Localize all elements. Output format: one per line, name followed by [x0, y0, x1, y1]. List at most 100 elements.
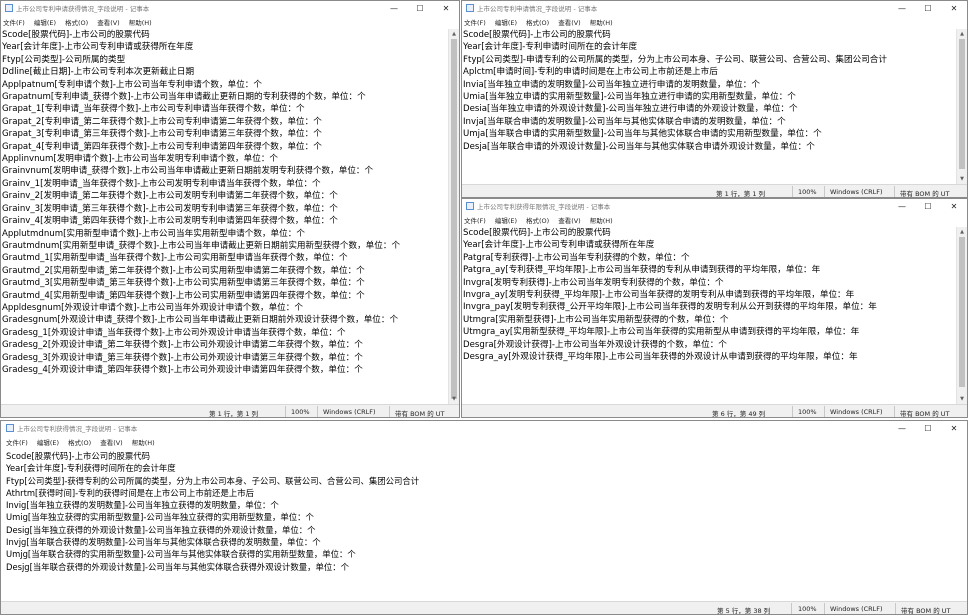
notepad-window-patent-grant-years[interactable]: 上市公司专利获得年限情况_字段说明 - 记事本 — ☐ ✕ 文件(F) 编辑(E… — [461, 198, 968, 418]
minimize-icon[interactable]: — — [889, 421, 915, 435]
menu-file[interactable]: 文件(F) — [3, 17, 25, 27]
maximize-icon[interactable]: ☐ — [915, 199, 941, 213]
text-line: Grapat_2[专利申请_第二年获得个数]-上市公司专利申请第二年获得个数，单… — [2, 116, 322, 127]
window-title: 上市公司专利申请情况_字段说明 - 记事本 — [477, 5, 598, 13]
close-icon[interactable]: ✕ — [941, 421, 967, 435]
text-line: Grautmd_3[实用新型申请_第三年获得个数]-上市公司实用新型申请第三年获… — [2, 278, 365, 289]
text-line: Grainvnum[发明申请_获得个数]-上市公司当年申请截止更新日期前发明专利… — [2, 166, 374, 177]
maximize-icon[interactable]: ☐ — [915, 421, 941, 435]
title-bar[interactable]: 上市公司专利获得年限情况_字段说明 - 记事本 — ☐ ✕ — [462, 199, 967, 213]
line-ending: Windows (CRLF) — [830, 188, 883, 196]
text-line: Gradesgnum[外观设计申请_获得个数]-上市公司当年申请截止更新日期前外… — [2, 315, 399, 326]
scroll-thumb[interactable] — [451, 39, 457, 399]
text-editor[interactable]: Scode[股票代码]-上市公司的股票代码 Year[会计年度]-上市公司专利申请… — [462, 227, 956, 404]
text-line: Year[会计年度]-上市公司专利申请或获得所在年度 — [463, 240, 655, 251]
scroll-up-icon[interactable]: ▲ — [957, 29, 967, 39]
text-editor[interactable]: Scode[股票代码]-上市公司的股票代码 Year[会计年度]-上市公司专利申请… — [1, 29, 448, 404]
close-icon[interactable]: ✕ — [941, 199, 967, 213]
title-bar[interactable]: 上市公司专利申请情况_字段说明 - 记事本 — ☐ ✕ — [462, 1, 967, 15]
menu-format[interactable]: 格式(O) — [526, 215, 549, 225]
maximize-icon[interactable]: ☐ — [407, 1, 433, 15]
minimize-icon[interactable]: — — [381, 1, 407, 15]
notepad-window-patent-grant[interactable]: 上市公司专利获得情况_字段说明 - 记事本 — ☐ ✕ 文件(F) 编辑(E) … — [0, 420, 968, 615]
text-line: Grapat_4[专利申请_第四年获得个数]-上市公司专利申请第四年获得个数，单… — [2, 141, 322, 152]
scroll-down-icon[interactable]: ▼ — [957, 174, 967, 184]
zoom-level: 100% — [798, 188, 817, 196]
cursor-position: 第 1 行，第 1 列 — [716, 190, 766, 198]
text-line: Year[会计年度]-专利申请时间所在的会计年度 — [463, 42, 638, 53]
menu-format[interactable]: 格式(O) — [68, 437, 91, 447]
title-bar[interactable]: 上市公司专利获得情况_字段说明 - 记事本 — ☐ ✕ — [1, 421, 967, 435]
vertical-scrollbar[interactable]: ▲ ▼ — [956, 29, 967, 184]
vertical-scrollbar[interactable]: ▲ ▼ — [448, 29, 459, 404]
text-line: Invja[当年联合申请的发明数量]-公司当年与其他实体联合申请的发明数量，单位… — [463, 116, 786, 127]
scroll-up-icon[interactable]: ▲ — [449, 29, 459, 39]
text-line: Patgra[专利获得]-上市公司当年专利获得的个数，单位：个 — [463, 252, 690, 263]
menu-edit[interactable]: 编辑(E) — [495, 215, 517, 225]
text-line: Desia[当年独立申请的外观设计数量]-公司当年独立进行申请的外观设计数量，单… — [463, 104, 798, 115]
text-line: Desjg[当年联合获得的外观设计数量]-公司当年与其他实体联合获得外观设计数量… — [6, 561, 350, 572]
window-title: 上市公司专利申请获得情况_字段说明 - 记事本 — [16, 5, 150, 13]
text-line: Gradesg_3[外观设计申请_第三年获得个数]-上市公司外观设计申请第三年获… — [2, 352, 363, 363]
menu-help[interactable]: 帮助(H) — [590, 17, 613, 27]
text-line: Utmgra[实用新型获得]-上市公司当年实用新型获得的个数，单位：个 — [463, 314, 729, 325]
maximize-icon[interactable]: ☐ — [915, 1, 941, 15]
scroll-thumb[interactable] — [959, 237, 965, 387]
text-line: Grautmd_1[实用新型申请_当年获得个数]-上市公司实用新型申请当年获得个… — [2, 253, 348, 264]
minimize-icon[interactable]: — — [889, 1, 915, 15]
notepad-icon — [466, 4, 474, 12]
menu-help[interactable]: 帮助(H) — [132, 437, 155, 447]
notepad-window-patent-application-grant[interactable]: 上市公司专利申请获得情况_字段说明 - 记事本 — ☐ ✕ 文件(F) 编辑(E… — [0, 0, 460, 418]
menu-view[interactable]: 查看(V) — [558, 215, 581, 225]
title-bar[interactable]: 上市公司专利申请获得情况_字段说明 - 记事本 — ☐ ✕ — [1, 1, 459, 15]
text-line: Desgra_ay[外观设计获得_平均年限]-上市公司当年获得的外观设计从申请到… — [463, 352, 858, 363]
menu-help[interactable]: 帮助(H) — [590, 215, 613, 225]
line-ending: Windows (CRLF) — [830, 408, 883, 416]
scroll-up-icon[interactable]: ▲ — [957, 227, 967, 237]
menu-format[interactable]: 格式(O) — [526, 17, 549, 27]
close-icon[interactable]: ✕ — [433, 1, 459, 15]
scroll-down-icon[interactable]: ▼ — [957, 394, 967, 404]
window-title: 上市公司专利获得情况_字段说明 - 记事本 — [17, 425, 138, 433]
zoom-level: 100% — [798, 408, 817, 416]
notepad-window-patent-application[interactable]: 上市公司专利申请情况_字段说明 - 记事本 — ☐ ✕ 文件(F) 编辑(E) … — [461, 0, 968, 198]
menu-file[interactable]: 文件(F) — [464, 17, 486, 27]
text-line: Grapat_1[专利申请_当年获得个数]-上市公司专利申请当年获得个数，单位：… — [2, 104, 305, 115]
text-line: Grautmd_2[实用新型申请_第二年获得个数]-上市公司实用新型申请第二年获… — [2, 265, 365, 276]
menu-view[interactable]: 查看(V) — [97, 17, 120, 27]
menu-edit[interactable]: 编辑(E) — [37, 437, 59, 447]
text-line: Appldesgnum[外观设计申请个数]-上市公司当年外观设计申请个数，单位：… — [2, 302, 303, 313]
text-line: Scode[股票代码]-上市公司的股票代码 — [463, 30, 611, 40]
scroll-thumb[interactable] — [959, 39, 965, 169]
text-line: Invgra_pay[发明专利获得_公开平均年限]-上市公司当年获得的发明专利从… — [463, 302, 877, 313]
text-line: Invgra[发明专利获得]-上市公司当年发明专利获得的个数，单位：个 — [463, 277, 724, 288]
text-line: Athrtm[获得时间]-专利的获得时间是在上市公司上市前还是上市后 — [6, 487, 254, 498]
menu-view[interactable]: 查看(V) — [558, 17, 581, 27]
menu-edit[interactable]: 编辑(E) — [495, 17, 517, 27]
menu-help[interactable]: 帮助(H) — [129, 17, 152, 27]
notepad-icon — [5, 4, 13, 12]
text-editor[interactable]: Scode[股票代码]-上市公司的股票代码 Year[会计年度]-专利申请时间所在… — [462, 29, 956, 184]
scroll-down-icon[interactable]: ▼ — [449, 394, 459, 404]
minimize-icon[interactable]: — — [889, 199, 915, 213]
text-line: Ftyp[公司类型]-申请专利的公司所属的类型，分为上市公司本身、子公司、联营公… — [463, 54, 887, 65]
text-editor[interactable]: Scode[股票代码]-上市公司的股票代码 Year[会计年度]-专利获得时间所在… — [5, 450, 956, 601]
menu-bar: 文件(F) 编辑(E) 格式(O) 查看(V) 帮助(H) — [462, 213, 967, 226]
menu-view[interactable]: 查看(V) — [100, 437, 123, 447]
text-line: Patgra_ay[专利获得_平均年限]-上市公司当年获得的专利从申请到获得的平… — [463, 265, 821, 276]
text-line: Invgra_ay[发明专利获得_平均年限]-上市公司当年获得的发明专利从申请到… — [463, 290, 855, 301]
close-icon[interactable]: ✕ — [941, 1, 967, 15]
window-title: 上市公司专利获得年限情况_字段说明 - 记事本 — [477, 203, 611, 211]
text-line: Desgra[外观设计获得]-上市公司当年外观设计获得的个数，单位：个 — [463, 339, 727, 350]
text-line: Grainv_2[发明申请_第二年获得个数]-上市公司发明专利申请第二年获得个数… — [2, 191, 338, 202]
vertical-scrollbar[interactable]: ▲ ▼ — [956, 227, 967, 404]
text-line: Utmgra_ay[实用新型获得_平均年限]-上市公司当年获得的实用新型从申请到… — [463, 327, 860, 338]
menu-format[interactable]: 格式(O) — [65, 17, 88, 27]
menu-edit[interactable]: 编辑(E) — [34, 17, 56, 27]
menu-bar: 文件(F) 编辑(E) 格式(O) 查看(V) 帮助(H) — [1, 15, 459, 28]
encoding: 带有 BOM 的 UT — [395, 410, 445, 418]
text-line: Applinvnum[发明申请个数]-上市公司当年发明专利申请个数，单位：个 — [2, 154, 279, 165]
menu-file[interactable]: 文件(F) — [6, 437, 28, 447]
menu-bar: 文件(F) 编辑(E) 格式(O) 查看(V) 帮助(H) — [1, 435, 967, 448]
menu-file[interactable]: 文件(F) — [464, 215, 486, 225]
